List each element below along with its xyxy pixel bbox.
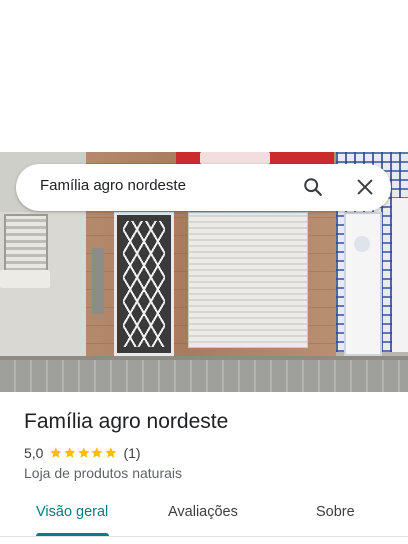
search-input[interactable]: Família agro nordeste: [40, 177, 186, 194]
star-icon: [77, 447, 89, 458]
tabs-divider: [0, 536, 408, 537]
tab-bar: Visão geral Avaliações Sobre: [0, 496, 408, 536]
tab-about[interactable]: Sobre: [316, 504, 355, 520]
star-icon: [50, 447, 62, 458]
place-title: Família agro nordeste: [24, 410, 229, 433]
tab-overview[interactable]: Visão geral: [36, 504, 108, 520]
star-icon: [105, 447, 117, 458]
map-blank-area: [0, 0, 408, 152]
tab-reviews[interactable]: Avaliações: [168, 504, 238, 520]
star-icon: [91, 447, 103, 458]
rating-value: 5,0: [24, 445, 44, 461]
search-bar[interactable]: Família agro nordeste: [16, 164, 391, 211]
star-icon: [64, 447, 76, 458]
review-count[interactable]: (1): [123, 445, 140, 461]
search-icon[interactable]: [302, 176, 324, 198]
place-category[interactable]: Loja de produtos naturais: [24, 465, 182, 481]
close-icon[interactable]: [354, 176, 376, 198]
rating-row[interactable]: 5,0 (1): [24, 444, 141, 462]
rating-stars: [49, 446, 117, 460]
